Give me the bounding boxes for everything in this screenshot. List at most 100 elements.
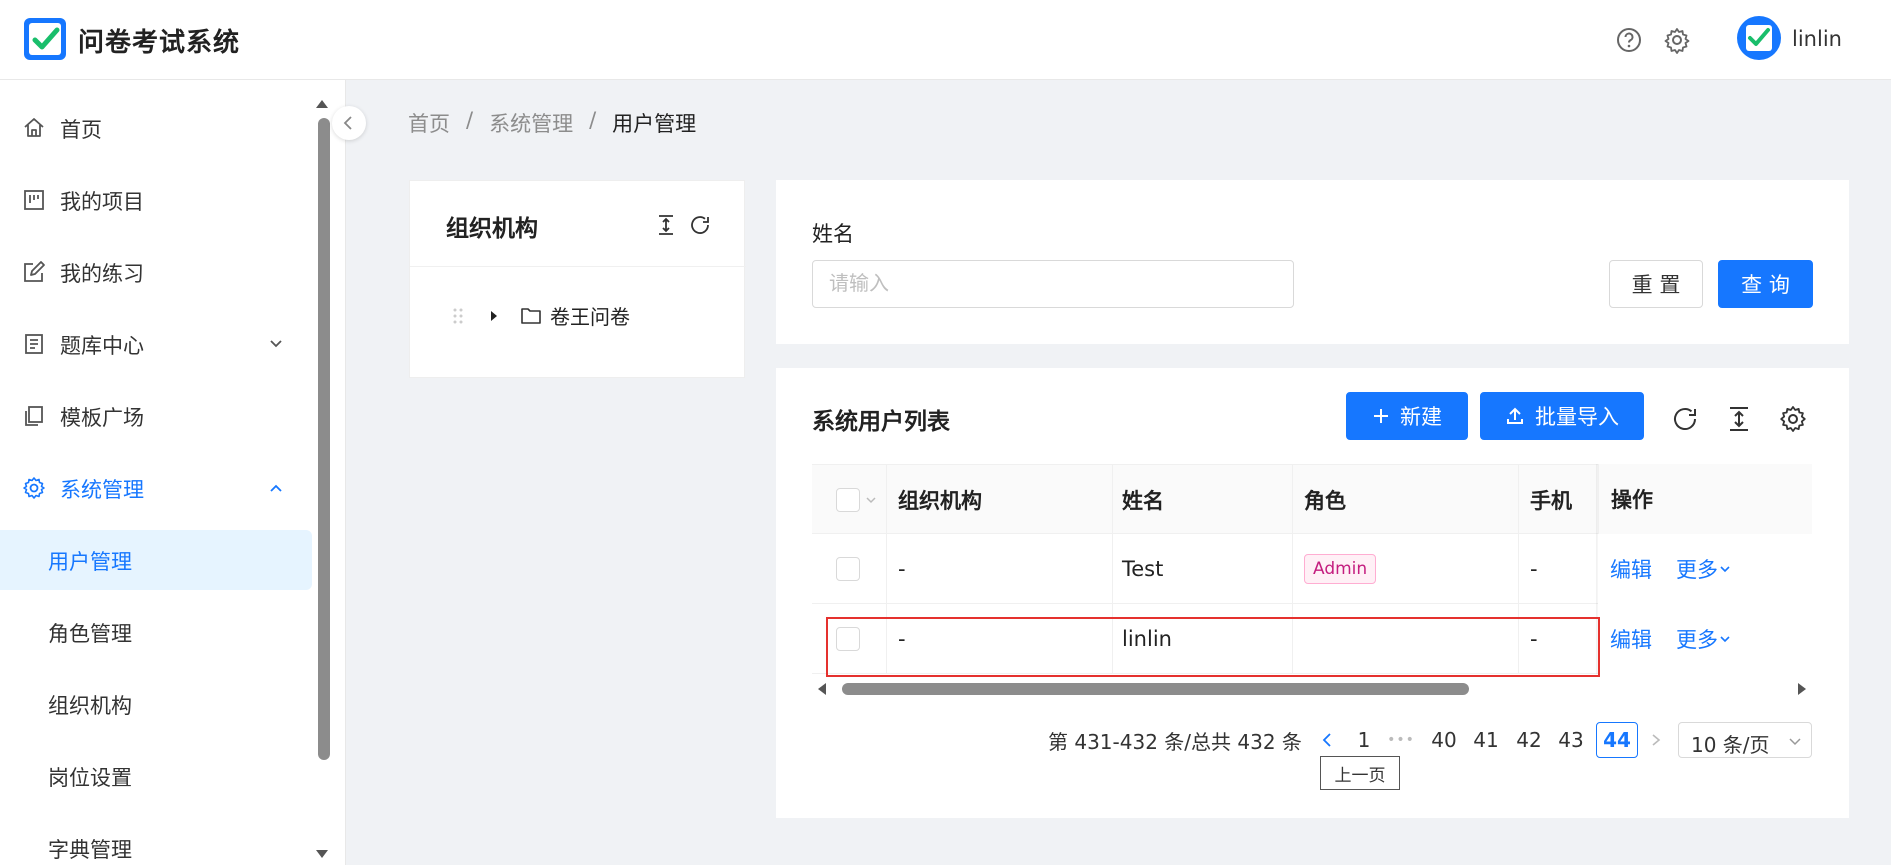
page-size-select[interactable]: 10 条/页	[1678, 722, 1812, 758]
sidebar-item-label: 字典管理	[48, 838, 132, 862]
settings-gear-icon[interactable]	[1663, 26, 1691, 54]
edit-link[interactable]: 编辑	[1610, 554, 1652, 584]
sidebar-item-label: 题库中心	[60, 334, 144, 358]
batch-import-button[interactable]: 批量导入	[1480, 392, 1644, 440]
page-42[interactable]: 42	[1509, 722, 1549, 758]
sidebar-scroll-thumb[interactable]	[318, 118, 330, 760]
table-title: 系统用户列表	[812, 409, 950, 435]
reset-button[interactable]: 重 置	[1609, 260, 1703, 308]
expand-collapse-icon[interactable]	[654, 213, 678, 237]
sidebar-item-positions[interactable]: 岗位设置	[0, 746, 312, 806]
scroll-up-arrow-icon[interactable]	[314, 98, 330, 110]
search-panel: 姓名 重 置 查 询	[776, 180, 1849, 344]
tree-node[interactable]: 卷王问卷	[450, 301, 630, 330]
sidebar-item-label: 岗位设置	[48, 766, 132, 790]
sidebar-item-label: 首页	[60, 118, 102, 142]
breadcrumb-separator: /	[466, 108, 474, 132]
sidebar-item-home[interactable]: 首页	[0, 98, 312, 158]
chevron-down-icon[interactable]	[864, 493, 878, 507]
name-search-input[interactable]	[812, 260, 1294, 308]
edit-link[interactable]: 编辑	[1610, 624, 1652, 654]
page-40[interactable]: 40	[1424, 722, 1464, 758]
page-41[interactable]: 41	[1466, 722, 1506, 758]
org-panel-title: 组织机构	[446, 216, 538, 242]
cell-name: Test	[1122, 557, 1164, 581]
column-header-phone: 手机	[1530, 489, 1572, 513]
column-height-icon[interactable]	[1724, 404, 1754, 434]
sidebar-item-templates[interactable]: 模板广场	[0, 386, 312, 446]
pagination-ellipsis[interactable]: •••	[1382, 722, 1420, 758]
sidebar-item-user-management[interactable]: 用户管理	[0, 530, 312, 590]
sidebar: 首页 我的项目 我的练习 题库中心 模板广场 系统管理 用户管理 角色管理 组织…	[0, 80, 346, 865]
table-scroll-thumb[interactable]	[842, 683, 1469, 695]
sidebar-item-label: 组织机构	[48, 694, 132, 718]
plus-icon	[1374, 409, 1388, 423]
scroll-right-arrow-icon[interactable]	[1796, 682, 1808, 696]
breadcrumb: 首页 / 系统管理 / 用户管理	[408, 108, 696, 138]
chevron-right-icon	[1652, 734, 1661, 746]
table-horizontal-scrollbar[interactable]	[812, 676, 1812, 696]
row-checkbox[interactable]	[836, 557, 860, 581]
page-44-current[interactable]: 44	[1596, 722, 1638, 758]
table-settings-icon[interactable]	[1778, 404, 1808, 434]
sidebar-item-my-practice[interactable]: 我的练习	[0, 242, 312, 302]
app-title: 问卷考试系统	[78, 28, 241, 58]
sidebar-item-organization[interactable]: 组织机构	[0, 674, 312, 734]
help-icon[interactable]	[1615, 26, 1643, 54]
page-1[interactable]: 1	[1346, 722, 1382, 758]
sidebar-item-dictionary[interactable]: 字典管理	[0, 818, 312, 865]
highlight-box	[826, 617, 1600, 677]
sidebar-item-label: 我的练习	[60, 262, 144, 286]
table-refresh-icon[interactable]	[1670, 404, 1700, 434]
chevron-up-icon	[270, 484, 282, 492]
caret-right-icon[interactable]	[486, 308, 502, 324]
sidebar-item-my-projects[interactable]: 我的项目	[0, 170, 312, 230]
avatar[interactable]	[1737, 16, 1781, 60]
chevron-down-icon	[1789, 738, 1801, 746]
sidebar-item-role-management[interactable]: 角色管理	[0, 602, 312, 662]
folder-icon	[521, 307, 541, 324]
drag-handle-icon[interactable]	[450, 305, 466, 327]
home-icon	[24, 118, 44, 137]
new-user-button[interactable]: 新建	[1346, 392, 1468, 440]
select-all-cell[interactable]	[836, 465, 878, 535]
project-icon	[24, 190, 44, 210]
org-panel: 组织机构 卷王问卷	[409, 180, 746, 378]
breadcrumb-current: 用户管理	[612, 112, 697, 136]
cell-phone: -	[1530, 557, 1538, 581]
check-icon	[32, 27, 60, 50]
pagination-summary: 第 431-432 条/总共 432 条	[1048, 729, 1302, 754]
scroll-left-arrow-icon[interactable]	[816, 682, 828, 696]
prev-page-button[interactable]	[1312, 722, 1342, 758]
breadcrumb-section[interactable]: 系统管理	[489, 108, 573, 138]
chevron-left-icon	[1322, 733, 1331, 747]
username[interactable]: linlin	[1792, 27, 1842, 51]
chevron-down-icon[interactable]	[1718, 562, 1732, 576]
select-all-checkbox[interactable]	[836, 488, 860, 512]
chevron-down-icon[interactable]	[1718, 632, 1732, 646]
sidebar-item-label: 系统管理	[60, 478, 144, 502]
sidebar-item-label: 用户管理	[48, 550, 132, 574]
more-link[interactable]: 更多	[1676, 624, 1718, 654]
more-link[interactable]: 更多	[1676, 554, 1718, 584]
tree-node-label[interactable]: 卷王问卷	[550, 301, 630, 330]
app-logo[interactable]	[24, 18, 66, 60]
page-43[interactable]: 43	[1551, 722, 1591, 758]
refresh-icon[interactable]	[688, 213, 712, 237]
sidebar-item-label: 角色管理	[48, 622, 132, 646]
query-button[interactable]: 查 询	[1718, 260, 1813, 308]
scroll-down-arrow-icon[interactable]	[314, 848, 330, 860]
sidebar-collapse-button[interactable]	[332, 106, 366, 140]
upload-icon	[1507, 407, 1523, 424]
sidebar-item-system-management[interactable]: 系统管理	[0, 458, 312, 518]
role-tag: Admin	[1304, 554, 1377, 584]
chevron-left-icon	[343, 116, 352, 130]
cell-org: -	[898, 557, 906, 581]
edit-icon	[24, 261, 45, 282]
top-header: 问卷考试系统 linlin	[0, 0, 1891, 80]
user-table-panel: 系统用户列表 新建 批量导入 组织机构 姓名 角色 手机 - Test Admi…	[776, 368, 1849, 818]
gear-icon	[23, 477, 45, 499]
next-page-button[interactable]	[1644, 722, 1668, 758]
breadcrumb-home[interactable]: 首页	[408, 108, 450, 138]
sidebar-item-question-bank[interactable]: 题库中心	[0, 314, 312, 374]
